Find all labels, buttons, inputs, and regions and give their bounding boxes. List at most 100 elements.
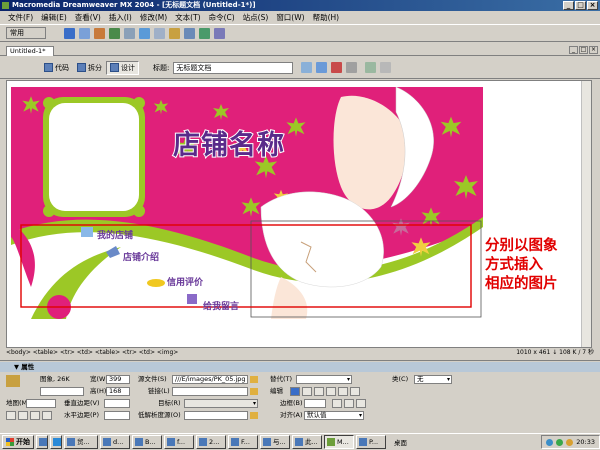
network-icon[interactable]: [546, 438, 554, 446]
polygon-hotspot-tool[interactable]: [42, 411, 52, 420]
align-dropdown[interactable]: 默认值: [304, 411, 364, 420]
sharpen-button[interactable]: [350, 387, 360, 396]
lowsrc-folder-icon[interactable]: [250, 412, 258, 419]
properties-header[interactable]: ▼ 属性: [0, 362, 600, 372]
menu-help[interactable]: 帮助(H): [309, 12, 344, 23]
taskbar-item-9[interactable]: M...: [324, 435, 354, 449]
quicklaunch-desktop[interactable]: [36, 435, 48, 449]
rect-hotspot-tool[interactable]: [18, 411, 28, 420]
code-view-icon: [44, 63, 53, 72]
menu-view[interactable]: 查看(V): [71, 12, 105, 23]
tag-chooser-icon[interactable]: [214, 27, 225, 39]
split-view-button[interactable]: 拆分: [73, 61, 106, 75]
banner-design[interactable]: 店铺名称 我的店铺 店铺介绍 信用评价 给我留言: [11, 87, 483, 319]
antivirus-icon[interactable]: [556, 438, 564, 446]
map-input[interactable]: [26, 399, 56, 408]
date-icon[interactable]: [169, 27, 180, 39]
align-center-button[interactable]: [344, 399, 354, 408]
menu-insert[interactable]: 插入(I): [105, 12, 136, 23]
page-title-input[interactable]: 无标题文档: [173, 61, 294, 74]
visual-aids-icon[interactable]: [380, 62, 392, 73]
link-input[interactable]: [172, 387, 248, 396]
tag-selector[interactable]: <body> <table> <tr> <td> <table> <tr> <t…: [6, 349, 178, 356]
vspace-input[interactable]: [104, 399, 130, 408]
maximize-button[interactable]: □: [575, 1, 586, 10]
pointer-hotspot-tool[interactable]: [6, 411, 16, 420]
named-anchor-icon[interactable]: [94, 27, 105, 39]
align-left-button[interactable]: [332, 399, 342, 408]
volume-icon[interactable]: [566, 438, 574, 446]
view-options-icon[interactable]: [346, 62, 358, 73]
menu-window[interactable]: 窗口(W): [272, 12, 308, 23]
windows-taskbar: 开始 贸... d... B... f... 2... F... 与... 此.…: [0, 433, 600, 450]
comment-icon[interactable]: [184, 27, 195, 39]
align-right-button[interactable]: [356, 399, 366, 408]
insert-category-dropdown[interactable]: 常用: [6, 27, 46, 39]
image-icon[interactable]: [139, 27, 150, 39]
taskbar-item-3[interactable]: B...: [132, 435, 162, 449]
nav-shop-intro[interactable]: 店铺介绍: [123, 250, 159, 263]
quicklaunch-browser[interactable]: [50, 435, 62, 449]
windows-logo-icon: [6, 438, 14, 446]
crop-button[interactable]: [314, 387, 324, 396]
doc-restore-button[interactable]: □: [579, 46, 588, 54]
class-dropdown[interactable]: 无: [414, 375, 452, 384]
close-button[interactable]: ×: [587, 1, 598, 10]
media-icon[interactable]: [154, 27, 165, 39]
taskbar-item-5[interactable]: 2...: [196, 435, 226, 449]
menu-commands[interactable]: 命令(C): [205, 12, 239, 23]
refresh-icon[interactable]: [365, 62, 377, 73]
nav-credit-rating[interactable]: 信用评价: [167, 275, 203, 288]
design-canvas[interactable]: 店铺名称 我的店铺 店铺介绍 信用评价 给我留言 分别以图象 方式插入 相应的图…: [6, 80, 592, 348]
taskbar-item-10[interactable]: P...: [356, 435, 386, 449]
taskbar-item-4[interactable]: f...: [164, 435, 194, 449]
taskbar-item-6[interactable]: F...: [228, 435, 258, 449]
debug-icon[interactable]: [331, 62, 343, 73]
doc-close-button[interactable]: ×: [589, 46, 598, 54]
link-folder-icon[interactable]: [250, 388, 258, 395]
alt-dropdown[interactable]: [296, 375, 352, 384]
design-view-button[interactable]: 设计: [106, 60, 139, 75]
taskbar-item-1[interactable]: 贸...: [64, 435, 98, 449]
document-tab[interactable]: Untitled-1*: [6, 46, 54, 56]
hspace-input[interactable]: [104, 411, 130, 420]
width-input[interactable]: 399: [106, 375, 130, 384]
image-name-input[interactable]: [40, 387, 84, 396]
taskbar-item-2[interactable]: d...: [100, 435, 130, 449]
menu-edit[interactable]: 编辑(E): [37, 12, 71, 23]
preview-browser-icon[interactable]: [316, 62, 328, 73]
page-title-label: 标题:: [153, 63, 170, 72]
taskbar-item-8[interactable]: 此...: [292, 435, 322, 449]
border-input[interactable]: [304, 399, 326, 408]
hyperlink-icon[interactable]: [64, 27, 75, 39]
height-input[interactable]: 168: [106, 387, 130, 396]
lowsrc-input[interactable]: [184, 411, 248, 420]
resample-button[interactable]: [326, 387, 336, 396]
start-button[interactable]: 开始: [2, 435, 34, 449]
edit-image-button[interactable]: [290, 387, 300, 396]
nav-leave-message[interactable]: 给我留言: [203, 299, 239, 312]
edit-label: 编辑: [270, 387, 283, 395]
vertical-scrollbar[interactable]: [581, 81, 591, 347]
file-management-icon[interactable]: [301, 62, 313, 73]
target-dropdown[interactable]: [184, 399, 258, 408]
layer-icon[interactable]: [124, 27, 135, 39]
optimize-button[interactable]: [302, 387, 312, 396]
table-icon[interactable]: [109, 27, 120, 39]
minimize-button[interactable]: _: [563, 1, 574, 10]
menu-site[interactable]: 站点(S): [239, 12, 273, 23]
templates-icon[interactable]: [199, 27, 210, 39]
code-view-button[interactable]: 代码: [40, 61, 73, 75]
menu-file[interactable]: 文件(F): [4, 12, 37, 23]
taskbar-item-7[interactable]: 与...: [260, 435, 290, 449]
desktop-toolbar-label[interactable]: 桌面: [394, 437, 407, 447]
circle-hotspot-tool[interactable]: [30, 411, 40, 420]
nav-my-shop[interactable]: 我的店铺: [97, 228, 133, 241]
brightness-button[interactable]: [338, 387, 348, 396]
source-input[interactable]: ///E/images/PK_05.jpg: [172, 375, 248, 384]
folder-icon[interactable]: [250, 376, 258, 383]
menu-modify[interactable]: 修改(M): [136, 12, 171, 23]
doc-minimize-button[interactable]: _: [569, 46, 578, 54]
menu-text[interactable]: 文本(T): [171, 12, 204, 23]
email-link-icon[interactable]: [79, 27, 90, 39]
